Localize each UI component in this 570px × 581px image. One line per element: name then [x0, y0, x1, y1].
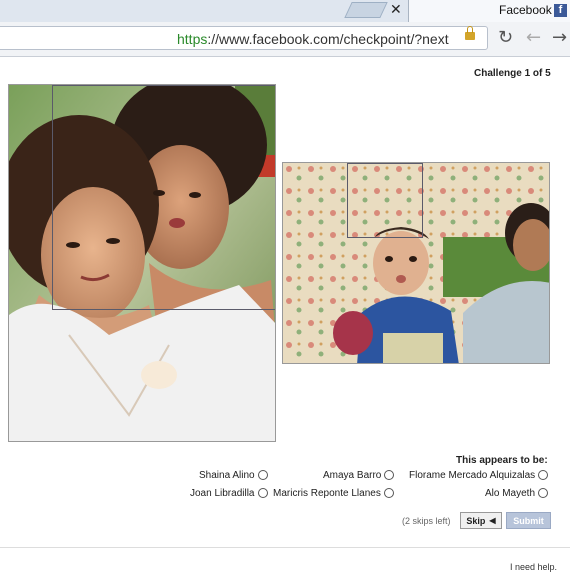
close-icon[interactable]: ✕: [390, 2, 402, 18]
url-rest: ://www.facebook.com/checkpoint/?next: [207, 31, 449, 47]
option-label: Florame Mercado Alquizalas: [409, 469, 536, 481]
new-tab-button[interactable]: [344, 2, 388, 18]
facebook-favicon-icon: f: [554, 4, 567, 17]
option-label: Maricris Reponte Llanes: [273, 487, 381, 499]
reload-icon[interactable]: ↻: [498, 27, 513, 49]
radio-button[interactable]: [257, 488, 268, 498]
radio-button[interactable]: [257, 470, 268, 480]
face-highlight-box: [52, 85, 275, 310]
forward-arrow-icon[interactable]: ←: [526, 27, 541, 49]
help-link[interactable]: I need help.: [510, 562, 557, 572]
footer-divider: [0, 547, 570, 548]
address-bar[interactable]: https://www.facebook.com/checkpoint/?nex…: [0, 26, 488, 50]
url-scheme: https: [177, 31, 208, 47]
question-label: This appears to be:: [456, 455, 548, 466]
browser-toolbar: https://www.facebook.com/checkpoint/?nex…: [0, 22, 570, 57]
back-arrow-icon[interactable]: →: [552, 27, 567, 49]
option-label: Amaya Barro: [323, 469, 382, 481]
skip-button[interactable]: Skip ◀: [460, 512, 502, 529]
skip-label: Skip: [466, 515, 486, 526]
tagged-photo-2: [282, 162, 550, 364]
tab-strip: ✕ Facebook f: [0, 0, 570, 22]
option-maricris[interactable]: Maricris Reponte Llanes: [273, 486, 394, 500]
skips-left-text: (2 skips left): [402, 516, 451, 526]
option-joan[interactable]: Joan Libradilla: [190, 486, 268, 500]
option-shaina[interactable]: Shaina Alino: [199, 468, 268, 482]
face-highlight-box: [347, 163, 423, 238]
radio-button[interactable]: [383, 488, 394, 498]
radio-button[interactable]: [538, 470, 549, 480]
tagged-photo-1: [8, 84, 276, 442]
lock-icon: [465, 26, 475, 40]
challenge-counter: Challenge 1 of 5: [474, 68, 551, 79]
submit-button[interactable]: Submit: [506, 512, 551, 529]
option-amaya[interactable]: Amaya Barro: [323, 468, 395, 482]
option-alo[interactable]: Alo Mayeth: [485, 486, 549, 500]
option-label: Joan Libradilla: [190, 487, 255, 499]
tab-title: Facebook: [499, 3, 552, 17]
radio-button[interactable]: [384, 470, 395, 480]
url-text[interactable]: https://www.facebook.com/checkpoint/?nex…: [177, 31, 449, 47]
triangle-left-icon: ◀: [489, 516, 496, 525]
option-label: Alo Mayeth: [485, 487, 536, 499]
option-florame[interactable]: Florame Mercado Alquizalas: [409, 468, 549, 482]
radio-button[interactable]: [538, 488, 549, 498]
option-label: Shaina Alino: [199, 469, 255, 481]
